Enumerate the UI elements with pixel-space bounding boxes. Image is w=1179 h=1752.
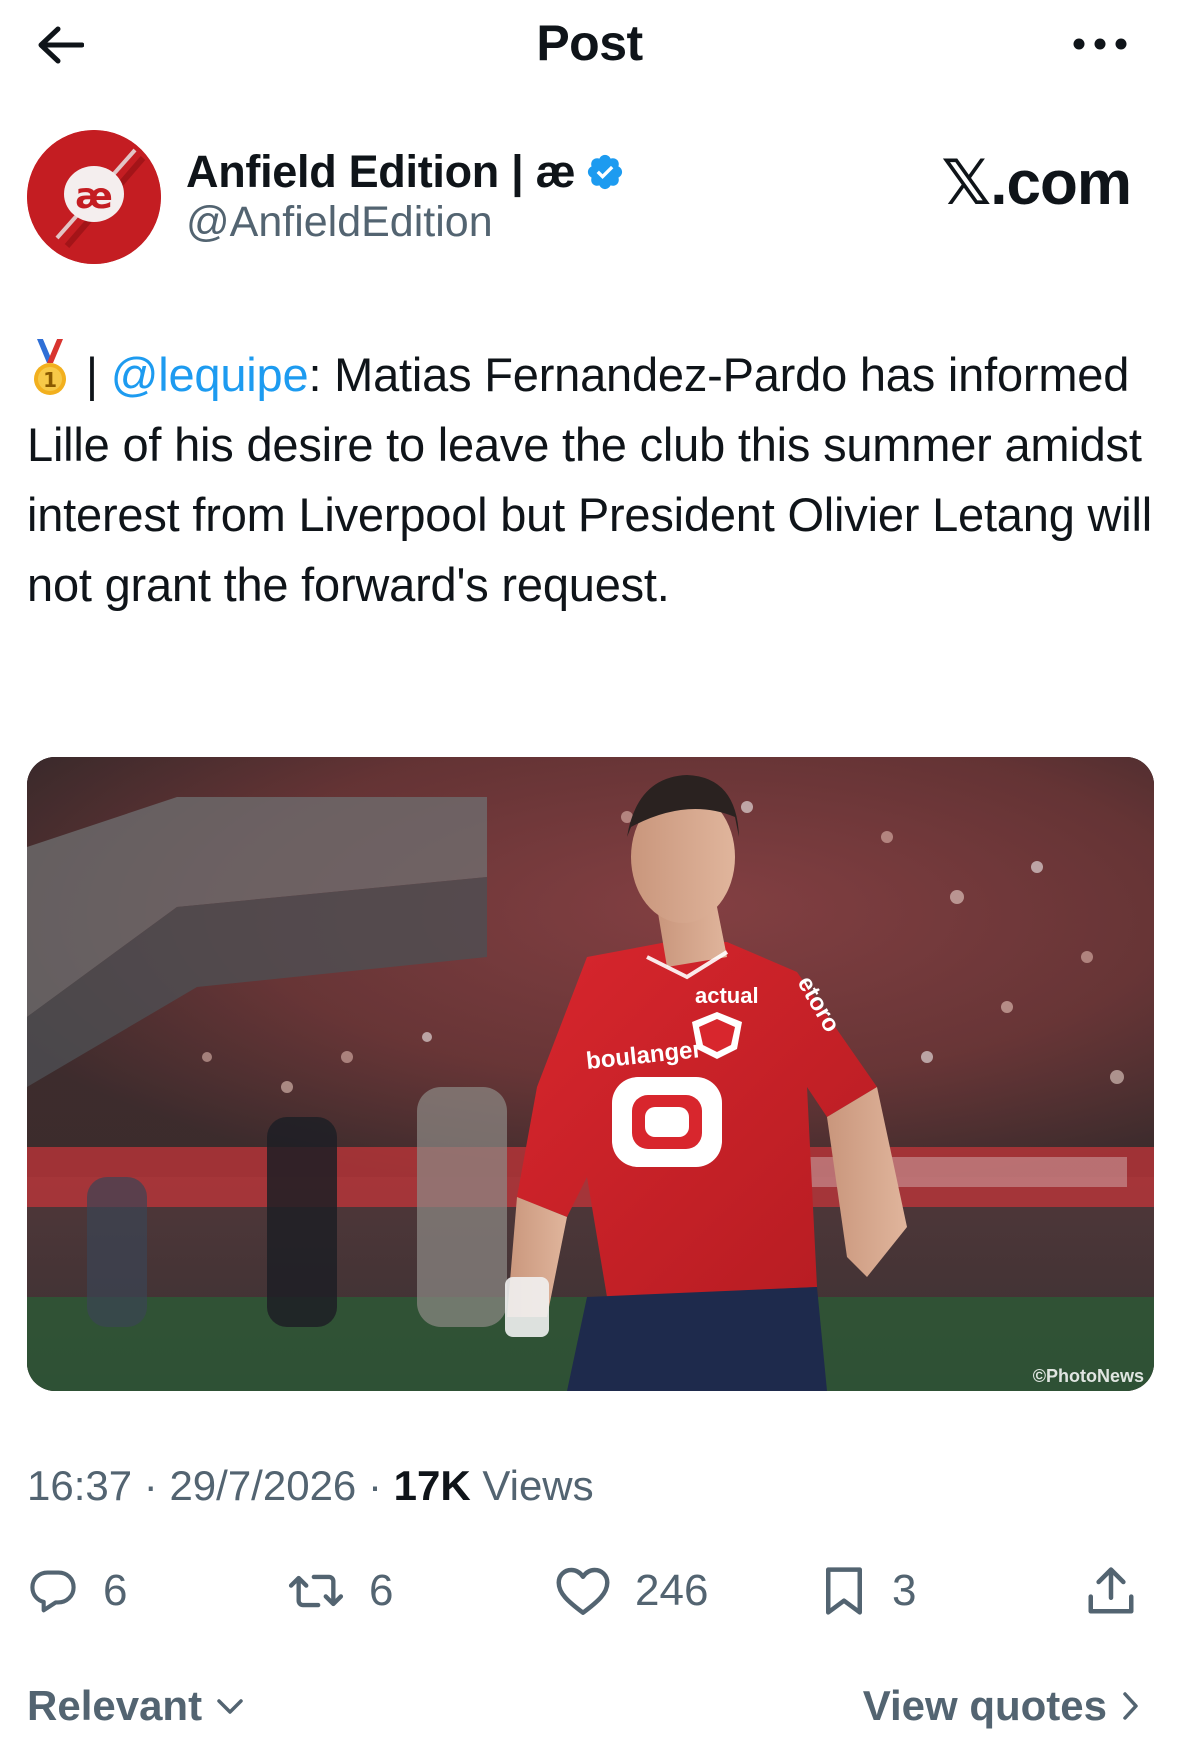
chevron-right-icon [1119,1689,1141,1723]
photo-credit: ©PhotoNews [1032,1366,1144,1386]
view-quotes-label: View quotes [862,1682,1107,1729]
sort-dropdown[interactable]: Relevant [27,1682,246,1730]
avatar[interactable]: æ [27,130,161,264]
meta-dot: · [132,1462,170,1509]
more-horizontal-icon [1073,38,1127,50]
reply-button[interactable]: 6 [27,1560,127,1622]
x-com-watermark: 𝕏.com [941,146,1132,219]
post-media-image[interactable]: actual boulanger etoro ©PhotoNews [27,757,1154,1391]
like-button[interactable]: 246 [555,1560,708,1622]
page-title: Post [536,15,643,71]
svg-text:æ: æ [75,176,113,217]
author-name[interactable]: Anfield Edition | æ [186,146,576,198]
post-separator: | [73,348,111,401]
views-count[interactable]: 17K [394,1462,471,1509]
svg-text:1: 1 [43,368,57,392]
x-logo-icon: 𝕏 [941,146,991,219]
repost-count: 6 [369,1566,394,1615]
sort-label: Relevant [27,1682,203,1729]
author-name-row[interactable]: Anfield Edition | æ [186,144,625,200]
share-button[interactable] [1086,1560,1136,1622]
chevron-down-icon [214,1695,246,1717]
bookmark-count: 3 [892,1566,917,1615]
author-handle[interactable]: @AnfieldEdition [186,198,493,247]
share-icon [1088,1567,1134,1614]
shirt-text-top: actual [695,983,759,1008]
top-bar: Post [0,0,1179,90]
player-photo: actual boulanger etoro [27,757,1154,1391]
gold-medal-icon: 1 [27,337,73,397]
post-meta: 16:37 · 29/7/2026 · 17K Views [27,1462,594,1510]
post-time: 16:37 [27,1462,133,1509]
views-label: Views [470,1462,594,1509]
like-count: 246 [635,1566,709,1615]
view-quotes-link[interactable]: View quotes [863,1682,1141,1730]
post-date: 29/7/2026 [169,1462,357,1509]
replies-toolbar: Relevant View quotes [0,1682,1179,1742]
bookmark-icon [826,1567,862,1615]
action-bar: 6 6 246 3 [0,1560,1179,1622]
x-com-suffix: .com [990,149,1132,218]
post-text: 1 | @lequipe: Matias Fernandez-Pardo has… [27,337,1152,620]
verified-badge-icon [585,152,625,192]
reply-icon [30,1570,76,1613]
anfield-edition-logo: æ [27,130,161,264]
more-options-button[interactable] [1065,22,1135,66]
repost-button[interactable]: 6 [287,1560,393,1622]
meta-dot: · [356,1462,394,1509]
bookmark-button[interactable]: 3 [820,1560,916,1622]
heart-icon [556,1567,610,1615]
mention-link[interactable]: @lequipe [111,348,309,401]
repost-icon [288,1574,344,1608]
reply-count: 6 [103,1566,128,1615]
